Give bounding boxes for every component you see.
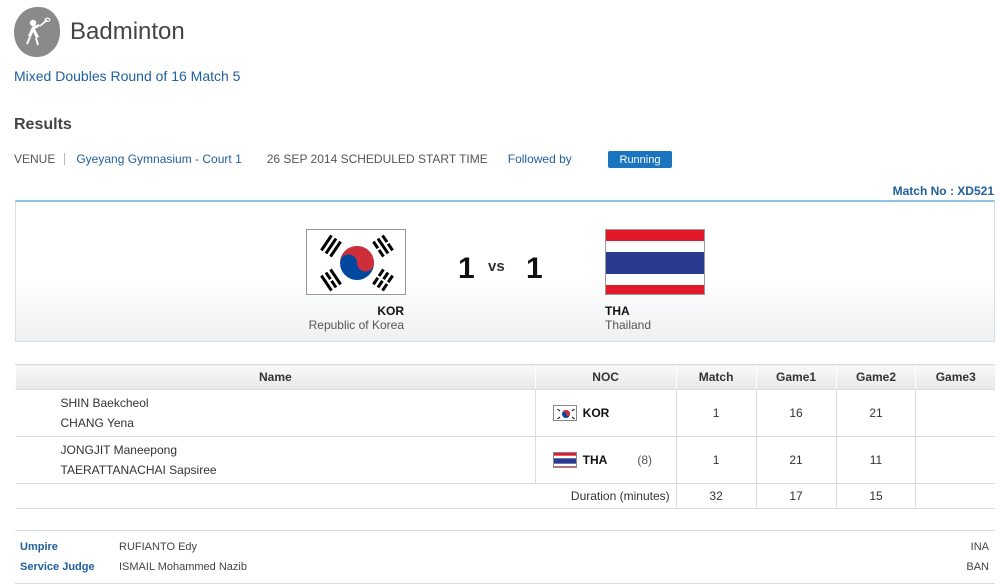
official-row: Service Judge ISMAIL Mohammed Nazib BAN — [15, 557, 995, 577]
column-header: Game1 — [755, 364, 837, 390]
score-left: 1 — [458, 252, 475, 285]
match-number: Match No : XD521 — [892, 184, 994, 198]
official-noc: INA — [970, 541, 989, 553]
game3-score — [915, 436, 995, 484]
noc-cell: THA (8) — [534, 436, 677, 484]
player-names-cell: SHIN Baekcheol CHANG Yena — [15, 389, 536, 437]
duration-label: Duration (minutes) — [15, 483, 677, 509]
results-heading: Results — [14, 116, 72, 133]
duration-match: 32 — [675, 483, 757, 509]
table-row: JONGJIT Maneepong TAERATTANACHAI Sapsire… — [15, 436, 995, 484]
column-header: Game2 — [835, 364, 916, 390]
official-role: Umpire — [20, 541, 58, 553]
player-names-cell: JONGJIT Maneepong TAERATTANACHAI Sapsire… — [15, 436, 536, 484]
duration-game2: 15 — [835, 483, 916, 509]
player-name[interactable]: JONGJIT Maneepong — [61, 440, 535, 460]
duration-game1: 17 — [755, 483, 837, 509]
player-name[interactable]: SHIN Baekcheol — [61, 393, 535, 413]
divider — [64, 153, 66, 165]
team-right-code: THA — [605, 304, 630, 318]
player-name[interactable]: TAERATTANACHAI Sapsiree — [61, 460, 535, 480]
duration-game3 — [915, 483, 995, 509]
seed: (8) — [637, 453, 652, 467]
column-header: Name — [15, 364, 536, 390]
team-left-code: KOR — [377, 304, 404, 318]
match-score: 1 — [675, 389, 757, 437]
kor-flag-icon — [552, 405, 577, 421]
match-meta: VENUE Gyeyang Gymnasium - Court 1 26 SEP… — [14, 152, 572, 166]
official-name: RUFIANTO Edy — [119, 541, 198, 553]
team-left-name: Republic of Korea — [308, 318, 404, 332]
vs-label: vs — [488, 258, 505, 275]
match-score: 1 — [675, 436, 757, 484]
player-name[interactable]: CHANG Yena — [61, 413, 535, 433]
noc-cell: KOR — [534, 389, 677, 437]
official-name: ISMAIL Mohammed Nazib — [119, 561, 247, 573]
game1-score: 16 — [755, 389, 837, 437]
officials-list: Umpire RUFIANTO Edy INA Service Judge IS… — [15, 530, 995, 584]
table-row: SHIN Baekcheol CHANG Yena KOR 1 16 21 — [15, 389, 995, 437]
game3-score — [915, 389, 995, 437]
kor-flag-icon — [306, 229, 406, 295]
column-header: Game3 — [915, 364, 995, 390]
results-table: Name NOC Match Game1 Game2 Game3 SHIN Ba… — [15, 364, 995, 509]
venue-label: VENUE — [14, 152, 56, 166]
column-header: Match — [675, 364, 757, 390]
badminton-icon — [14, 7, 60, 57]
event-subtitle[interactable]: Mixed Doubles Round of 16 Match 5 — [14, 68, 240, 84]
page-title: Badminton — [70, 18, 185, 45]
duration-row: Duration (minutes) 32 17 15 — [15, 483, 995, 509]
scoreboard: 1 vs 1 KOR Republic of Korea THA Thailan… — [15, 200, 995, 342]
column-header: NOC — [534, 364, 677, 390]
status-badge: Running — [608, 151, 672, 168]
game1-score: 21 — [755, 436, 837, 484]
page-header: Badminton — [14, 6, 185, 58]
tha-flag-icon — [605, 229, 705, 295]
game2-score: 11 — [835, 436, 916, 484]
game2-score: 21 — [835, 389, 916, 437]
team-right-name: Thailand — [605, 318, 652, 332]
followed-by-link[interactable]: Followed by — [508, 152, 572, 166]
noc-code: KOR — [582, 406, 610, 420]
venue-link[interactable]: Gyeyang Gymnasium - Court 1 — [76, 152, 241, 166]
match-datetime: 26 SEP 2014 SCHEDULED START TIME — [266, 152, 488, 166]
official-role: Service Judge — [20, 561, 95, 573]
table-header-row: Name NOC Match Game1 Game2 Game3 — [15, 364, 995, 390]
score-right: 1 — [526, 252, 543, 285]
official-noc: BAN — [966, 561, 989, 573]
noc-code: THA — [582, 453, 608, 467]
tha-flag-icon — [552, 452, 577, 468]
official-row: Umpire RUFIANTO Edy INA — [15, 537, 995, 557]
